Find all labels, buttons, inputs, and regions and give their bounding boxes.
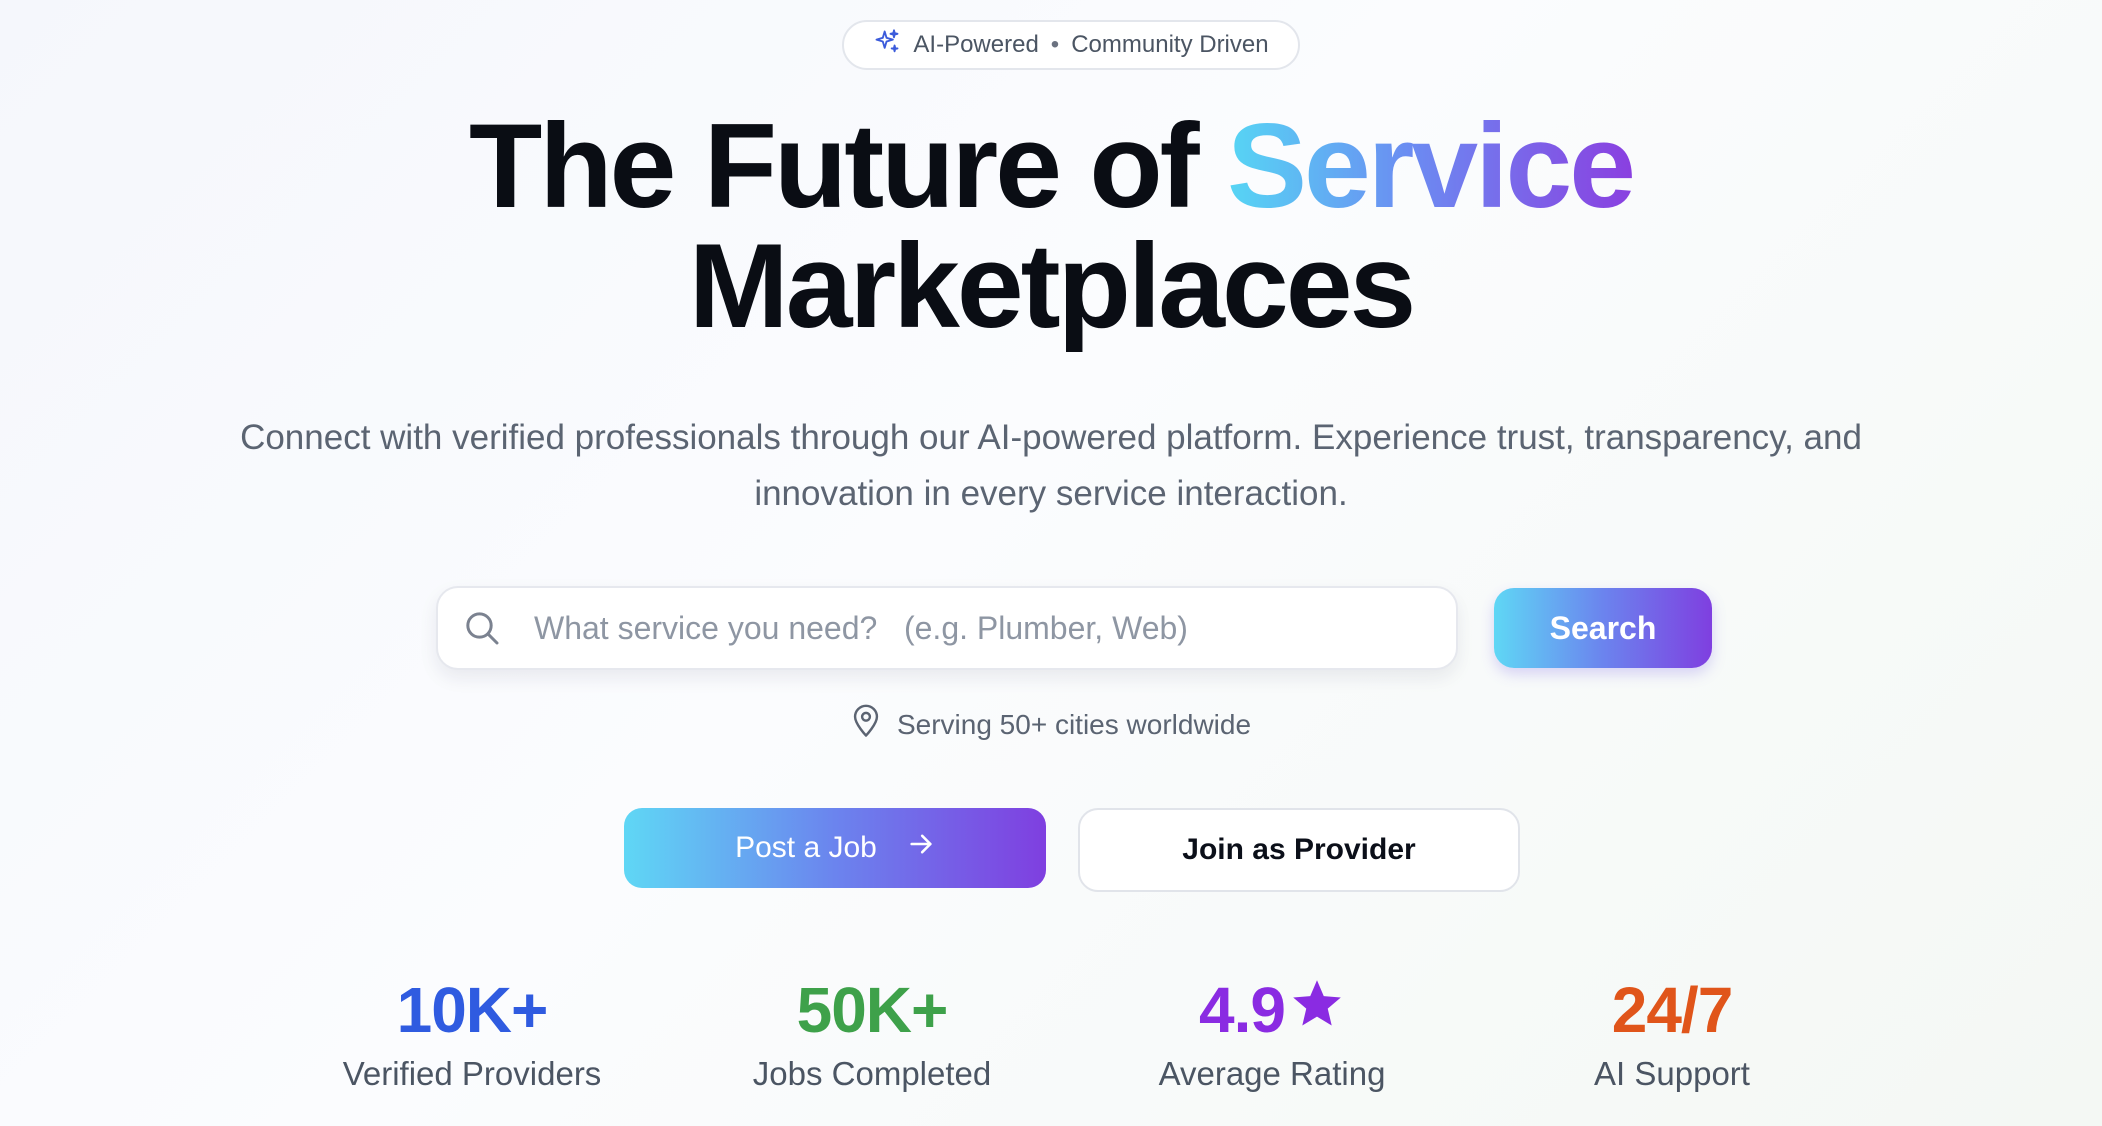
arrow-right-icon [907,830,935,866]
stat-label: Jobs Completed [752,1055,992,1092]
ai-community-badge: AI-Powered • Community Driven [842,20,1300,70]
title-highlight: Service [1226,99,1636,233]
stat-value-text: 10K+ [396,974,549,1046]
stat-ai-support: 24/7 AI Support [1472,972,1872,1096]
stat-average-rating: 4.9 Average Rating [1072,972,1472,1096]
badge-separator: • [1050,31,1060,58]
badge-text-left: AI-Powered [913,31,1039,58]
location-info: Serving 50+ cities worldwide [0,704,2102,745]
stat-value-text: 4.9 [1199,974,1286,1046]
badge-text-right: Community Driven [1071,31,1269,58]
star-icon [1289,972,1345,1048]
stat-label: AI Support [1594,1055,1750,1092]
location-text: Serving 50+ cities worldwide [896,708,1252,740]
stat-value: 50K+ [672,972,1072,1048]
hero-title: The Future of Service Marketplaces [0,106,2102,346]
search-icon [462,608,502,648]
search-bar [436,586,1458,670]
post-job-button[interactable]: Post a Job [624,808,1046,888]
title-line2: Marketplaces [688,219,1416,353]
stat-label: Verified Providers [342,1055,602,1092]
map-pin-icon [851,704,881,745]
hero-section: AI-Powered • Community Driven The Future… [0,0,2102,1126]
hero-subtitle: Connect with verified professionals thro… [240,418,1862,513]
stat-value: 4.9 [1072,972,1472,1048]
search-input[interactable] [532,608,1436,648]
stat-value: 24/7 [1472,972,1872,1048]
title-part1: The Future of [469,99,1227,233]
sparkles-icon [873,28,901,63]
post-job-label: Post a Job [735,831,877,864]
stat-value: 10K+ [272,972,672,1048]
stat-verified-providers: 10K+ Verified Providers [272,972,672,1096]
stat-label: Average Rating [1158,1055,1386,1092]
search-button[interactable]: Search [1494,588,1712,668]
stat-value-text: 24/7 [1611,974,1734,1046]
stat-value-text: 50K+ [796,974,949,1046]
stat-jobs-completed: 50K+ Jobs Completed [672,972,1072,1096]
join-provider-button[interactable]: Join as Provider [1078,808,1520,892]
